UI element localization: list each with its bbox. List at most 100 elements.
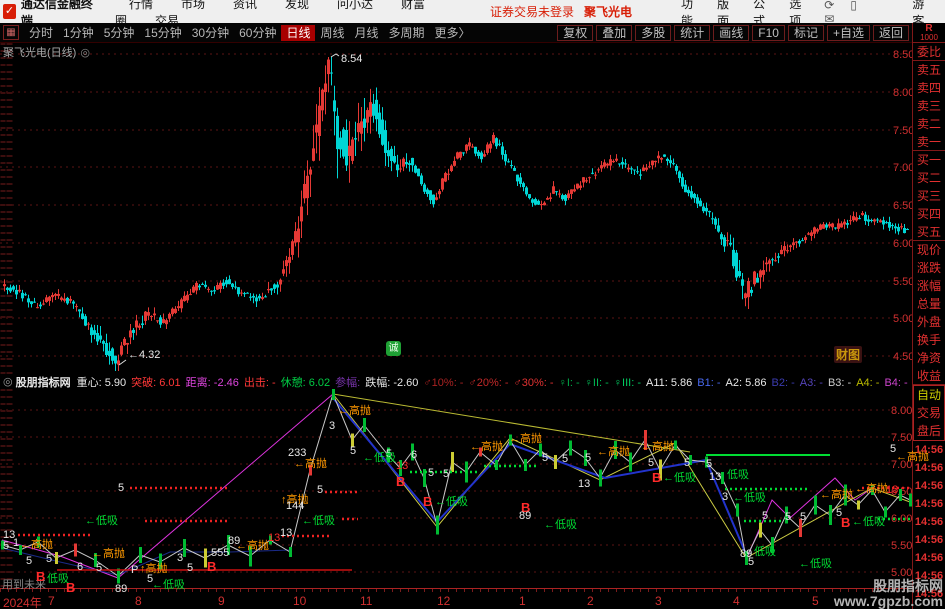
candle-body: [615, 158, 618, 161]
candle-body: [645, 167, 648, 170]
candle-body: [717, 225, 720, 232]
toolbar-button-复权[interactable]: 复权: [557, 25, 594, 41]
sidebar-time-5: 14:56: [914, 534, 944, 546]
sidebar-time-4: 14:56: [914, 516, 944, 528]
sidebar-item-涨跌[interactable]: 涨跌: [913, 259, 945, 277]
toolbar-button-标记[interactable]: 标记: [787, 25, 824, 41]
candle-body: [669, 160, 672, 164]
grid-view-icon[interactable]: ▦: [3, 25, 19, 40]
timeframe-日线[interactable]: 日线: [281, 24, 316, 41]
main-candlestick-chart[interactable]: 聚飞光电(日线) ◎ 8.50 8.00 7.50 7.00 6.50 6.00 5.50 5.…: [0, 43, 912, 374]
sidebar-item-现价[interactable]: 现价: [913, 241, 945, 259]
candle-body: [513, 167, 516, 171]
candle-body: [639, 174, 642, 176]
fib-number-label: 5: [706, 458, 713, 470]
sidebar-item-买二[interactable]: 买二: [913, 169, 945, 187]
indicator-field-出击: 出击: -: [243, 376, 276, 389]
candle-body: [456, 152, 459, 159]
collapse-icon[interactable]: ◎: [3, 375, 13, 388]
fib-number-label: 5: [428, 467, 435, 479]
menu-item-发现[interactable]: 发现: [271, 0, 323, 11]
sidebar-item-卖一[interactable]: 卖一: [913, 133, 945, 151]
toolbar-button-叠加[interactable]: 叠加: [596, 25, 633, 41]
sidebar-item-买三[interactable]: 买三: [913, 187, 945, 205]
timeframe-15分钟[interactable]: 15分钟: [139, 25, 186, 41]
timeframe-月线[interactable]: 月线: [350, 25, 384, 41]
candle-body: [492, 134, 495, 143]
candle-body: [678, 171, 681, 179]
toolbar-button-统计[interactable]: 统计: [674, 25, 711, 41]
candle-body: [774, 260, 777, 262]
toolbar-button-F10[interactable]: F10: [752, 25, 785, 41]
price-tick: 5.50: [893, 276, 912, 288]
toolbar-button-画线[interactable]: 画线: [713, 25, 750, 41]
timeframe-分时[interactable]: 分时: [24, 25, 58, 41]
sidebar-item-涨幅[interactable]: 涨幅: [913, 277, 945, 295]
candle-body: [444, 173, 447, 182]
toolbar-button-+自选[interactable]: +自选: [826, 25, 870, 41]
timeframe-30分钟[interactable]: 30分钟: [187, 25, 234, 41]
sidebar-item-卖四[interactable]: 卖四: [913, 79, 945, 97]
fib-number-label: 13: [886, 484, 899, 496]
toolbar-button-多股[interactable]: 多股: [635, 25, 672, 41]
mobile-icon[interactable]: ▯: [842, 0, 865, 12]
indicator-panel[interactable]: 8.007.507.006.506.005.505.00 51←高抛5B低吸B5…: [0, 389, 929, 595]
sidebar-item-卖三[interactable]: 卖三: [913, 97, 945, 115]
sidebar-item-交易[interactable]: 交易: [914, 404, 944, 422]
sidebar-item-买四[interactable]: 买四: [913, 205, 945, 223]
toolbar-button-返回[interactable]: 返回: [872, 25, 909, 41]
candle-body: [150, 315, 153, 317]
sidebar-item-买五[interactable]: 买五: [913, 223, 945, 241]
candle-body: [411, 157, 414, 166]
candle-body: [777, 256, 780, 258]
timeframe-60分钟[interactable]: 60分钟: [234, 25, 281, 41]
sidebar-item-委比[interactable]: 委比: [913, 43, 945, 61]
timeframe-周线[interactable]: 周线: [315, 25, 349, 41]
candle-body: [390, 148, 393, 161]
chevron-down-icon[interactable]: ◎: [80, 47, 90, 59]
timeframe-多周期[interactable]: 多周期: [384, 25, 430, 41]
candle-body: [888, 221, 891, 228]
sidebar-item-卖五[interactable]: 卖五: [913, 61, 945, 79]
timeframe-1分钟[interactable]: 1分钟: [58, 25, 99, 41]
candle-body: [828, 223, 831, 227]
candle-body: [285, 260, 288, 267]
sidebar-item-盘后[interactable]: 盘后: [914, 422, 944, 440]
sidebar-item-买一[interactable]: 买一: [913, 151, 945, 169]
candle-body: [291, 241, 294, 255]
candle-body: [384, 130, 387, 153]
indicator-field-♂10%: ♂10%: -: [423, 376, 464, 389]
candle-body: [891, 225, 894, 227]
menu-item-行情[interactable]: 行情: [115, 0, 167, 11]
candle-body: [228, 279, 231, 285]
candlestick-canvas: 8.50 8.00 7.50 7.00 6.50 6.00 5.50 5.00 4.50 8.54…: [0, 43, 912, 374]
sidebar-item-收益[interactable]: 收益: [913, 367, 945, 385]
candle-body: [417, 168, 420, 177]
menu-item-问小达[interactable]: 问小达: [323, 0, 387, 11]
candle-body: [684, 184, 687, 193]
sidebar-item-卖二[interactable]: 卖二: [913, 115, 945, 133]
timeframe-5分钟[interactable]: 5分钟: [99, 25, 140, 41]
candle-body: [627, 167, 630, 170]
menu-item-市场[interactable]: 市场: [167, 0, 219, 11]
candle-body: [624, 163, 627, 165]
sell-high-label: ←高抛: [236, 540, 269, 552]
sidebar-item-外盘[interactable]: 外盘: [913, 313, 945, 331]
sidebar-item-自动[interactable]: 自动: [914, 386, 944, 404]
price-tick: 6.00: [893, 238, 912, 250]
candle-body: [180, 299, 183, 309]
buy-signal-label: B: [652, 470, 662, 485]
menu-item-资讯[interactable]: 资讯: [219, 0, 271, 11]
sidebar-item-净资[interactable]: 净资: [913, 349, 945, 367]
candle-body: [258, 295, 261, 299]
sidebar-item-换手[interactable]: 换手: [913, 331, 945, 349]
fib-number-label: 144: [286, 500, 305, 512]
candle-body: [246, 292, 249, 294]
candle-body: [189, 294, 192, 296]
green-logo-watermark: 诚: [386, 341, 401, 356]
timeframe-更多〉[interactable]: 更多〉: [430, 25, 476, 41]
candle-body: [345, 129, 348, 166]
fib-number-label: P: [131, 564, 139, 576]
refresh-icon[interactable]: ⟳: [816, 0, 842, 12]
sidebar-item-总量[interactable]: 总量: [913, 295, 945, 313]
